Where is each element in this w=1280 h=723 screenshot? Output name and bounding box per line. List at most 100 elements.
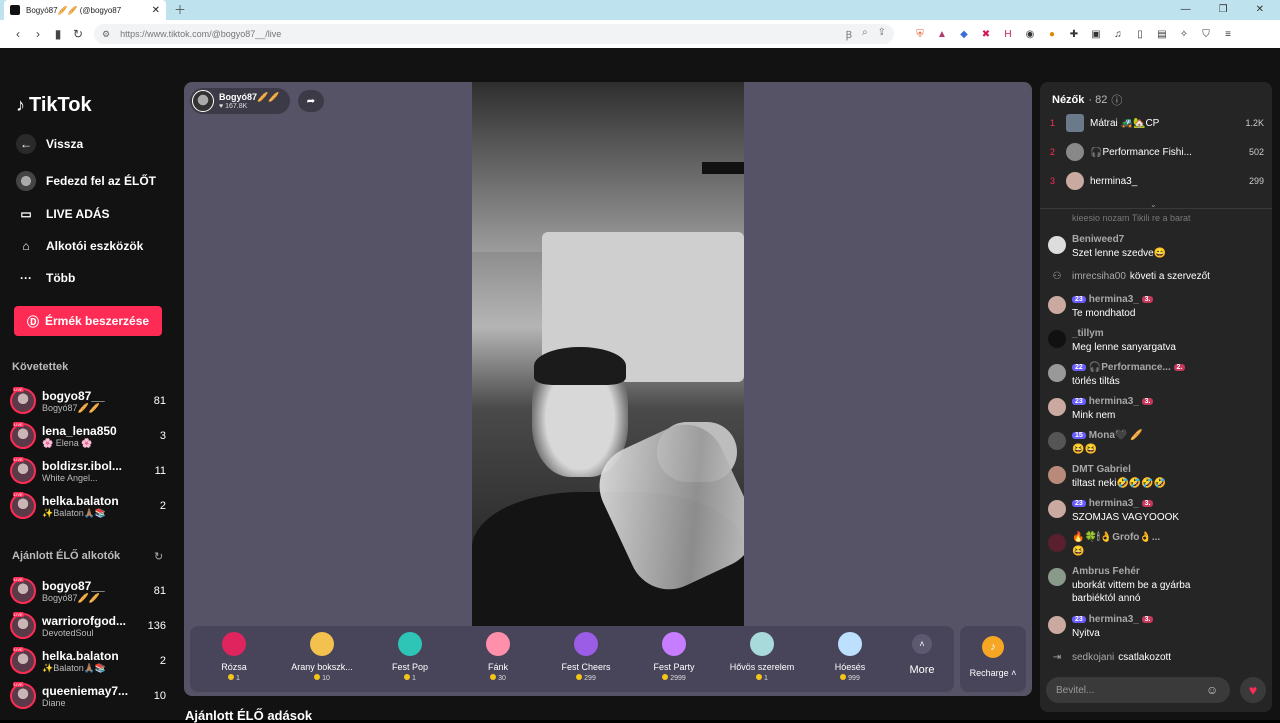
live-badge: LIVE — [13, 612, 24, 617]
brave-shield-icon[interactable]: ⛨ — [914, 29, 926, 40]
nav-creator-tools[interactable]: ⌂ Alkotói eszközök — [16, 236, 143, 256]
level-badge: 23 — [1072, 500, 1086, 507]
close-window-icon[interactable]: ✕ — [1256, 0, 1264, 20]
viewers-header[interactable]: Nézők · 82 ⓘ — [1052, 92, 1122, 108]
avatar[interactable] — [1048, 616, 1066, 634]
browser-tab[interactable]: Bogyó87🥖🥖 (@bogyo87 ✕ — [4, 0, 166, 20]
host-info[interactable]: Bogyó87🥖🥖 ♥ 167.8K — [190, 88, 290, 114]
donut-gift-icon — [486, 632, 510, 656]
share-icon[interactable]: ➦ — [298, 90, 324, 112]
vpn-icon[interactable]: ⛉ — [1200, 29, 1212, 40]
avatar: LIVE — [10, 387, 36, 414]
user-follow-icon: ⚇ — [1052, 271, 1062, 282]
recommended-account[interactable]: LIVE queeniemay7... Diane 10 — [10, 680, 170, 712]
back-icon[interactable]: ‹ — [8, 27, 28, 41]
followed-account[interactable]: LIVE lena_lena850 🌸 Elena 🌸 3 — [10, 420, 170, 452]
site-info-icon[interactable]: ⚙ — [102, 29, 110, 40]
help-icon[interactable]: ⓘ — [1111, 92, 1122, 108]
gift-item[interactable]: Hővös szerelem 1 — [718, 632, 806, 682]
avatar[interactable] — [1048, 330, 1066, 348]
extension-icon[interactable]: ● — [1046, 29, 1058, 40]
chat-input[interactable]: Bevitel... — [1046, 677, 1230, 703]
gift-item[interactable]: Fest Party 2999 — [630, 632, 718, 682]
avatar[interactable] — [1048, 500, 1066, 518]
heart-icon[interactable]: ♥ — [1240, 677, 1266, 703]
menu-icon[interactable]: ≡ — [1222, 29, 1234, 40]
recommended-account[interactable]: LIVE warriorofgod... DevotedSoul 136 — [10, 610, 170, 642]
live-badge: LIVE — [13, 682, 24, 687]
nav-more[interactable]: ··· Több — [16, 268, 75, 288]
extension-icon[interactable]: ◉ — [1024, 29, 1036, 40]
avatar[interactable] — [1048, 568, 1066, 586]
avatar[interactable] — [1048, 466, 1066, 484]
live-badge: LIVE — [13, 387, 24, 392]
avatar[interactable] — [1048, 398, 1066, 416]
avatar[interactable] — [1048, 432, 1066, 450]
avatar[interactable] — [1048, 236, 1066, 254]
gift-item[interactable]: Rózsa 1 — [190, 632, 278, 682]
coin-icon — [756, 674, 763, 680]
live-video[interactable] — [472, 82, 744, 626]
gift-item[interactable]: Hóesés 999 — [806, 632, 894, 682]
gift-list: Rózsa 1 Arany bokszk... 10 Fest Pop 1 Fá… — [190, 626, 954, 692]
close-tab-icon[interactable]: ✕ — [152, 5, 160, 16]
reload-icon[interactable]: ↻ — [68, 27, 88, 41]
wallet-icon[interactable]: ▤ — [1156, 29, 1168, 40]
url-field[interactable]: ⚙ https://www.tiktok.com/@bogyo87__/live… — [94, 24, 894, 44]
nav-go-live[interactable]: ▭ LIVE ADÁS — [16, 204, 109, 224]
gift-item[interactable]: Fest Pop 1 — [366, 632, 454, 682]
coin-icon — [576, 674, 583, 680]
gift-item[interactable]: Fest Cheers 299 — [542, 632, 630, 682]
maximize-icon[interactable]: ❐ — [1219, 0, 1228, 20]
avatar[interactable] — [1048, 296, 1066, 314]
avatar[interactable] — [1048, 534, 1066, 552]
sidebar-icon[interactable]: ▯ — [1134, 29, 1146, 40]
puzzle-icon[interactable]: ✚ — [1068, 29, 1080, 40]
url-text: https://www.tiktok.com/@bogyo87__/live — [120, 29, 282, 39]
new-tab-icon[interactable]: ＋ — [174, 0, 186, 20]
gift-item[interactable]: Arany bokszk... 10 — [278, 632, 366, 682]
browser-tab-strip: Bogyó87🥖🥖 (@bogyo87 ✕ ＋ — ❐ ✕ — [0, 0, 1280, 20]
refresh-icon[interactable]: ↻ — [154, 550, 163, 563]
followed-account[interactable]: LIVE bogyo87__ Bogyó87🥖🥖 81 — [10, 385, 170, 417]
avatar[interactable] — [1048, 364, 1066, 382]
viewer-count: 136 — [147, 620, 166, 632]
avatar — [16, 171, 36, 191]
top-viewer-row[interactable]: 2 🎧Performance Fishi... 502 — [1050, 141, 1264, 163]
followed-account[interactable]: LIVE boldizsr.ibol... White Angel... 11 — [10, 455, 170, 487]
chat-system-message: ⇥ sedkojani csatlakozott — [1048, 652, 1171, 663]
bookmark-icon[interactable]: ▮ — [48, 27, 68, 41]
chat-message: 22 🎧Performance... 2. törlés tiltás — [1048, 362, 1266, 388]
extension-icon[interactable]: ▣ — [1090, 29, 1102, 40]
more-gifts-button[interactable]: ˄ More — [902, 634, 942, 676]
recommended-account[interactable]: LIVE helka.balaton ✨Balaton🙏🏽📚 2 — [10, 645, 170, 677]
extension-icon[interactable]: H — [1002, 29, 1014, 40]
forward-icon[interactable]: › — [28, 27, 48, 41]
zoom-icon[interactable]: ⌕ — [862, 27, 868, 41]
share-page-icon[interactable]: ⇪ — [878, 27, 886, 41]
top-viewer-row[interactable]: 1 Mátrai 🚜🏡CP 1.2K — [1050, 112, 1264, 134]
nav-back[interactable]: ← Vissza — [16, 134, 83, 154]
followed-account[interactable]: LIVE helka.balaton ✨Balaton🙏🏽📚 2 — [10, 490, 170, 522]
minimize-icon[interactable]: — — [1181, 0, 1191, 20]
snowfall-gift-icon — [838, 632, 862, 656]
translate-icon[interactable]: Ꞵ — [846, 27, 852, 41]
extension-icon[interactable]: ◆ — [958, 29, 970, 40]
level-badge: 23 — [1072, 398, 1086, 405]
gift-item[interactable]: Fánk 30 — [454, 632, 542, 682]
extension-icon[interactable]: ✖ — [980, 29, 992, 40]
emoji-icon[interactable]: ☺ — [1206, 683, 1218, 697]
gift-bar: Rózsa 1 Arany bokszk... 10 Fest Pop 1 Fá… — [190, 626, 1026, 692]
top-viewer-row[interactable]: 3 hermina3_ 299 — [1050, 170, 1264, 192]
leo-icon[interactable]: ✧ — [1178, 29, 1190, 40]
nav-explore-live[interactable]: Fedezd fel az ÉLŐT — [16, 171, 156, 191]
brave-rewards-icon[interactable]: ▲ — [936, 29, 948, 40]
tiktok-logo[interactable]: ♪ TikTok — [16, 94, 92, 117]
recharge-button[interactable]: ♪ Recharge ˄ — [960, 626, 1026, 692]
music-icon[interactable]: ♫ — [1112, 29, 1124, 40]
level-badge: 23 — [1072, 296, 1086, 303]
get-coins-button[interactable]: Ⓓ Érmék beszerzése — [14, 306, 162, 336]
chat-message: 23 hermina3_ 3. Mink nem — [1048, 396, 1266, 422]
live-badge: LIVE — [13, 422, 24, 427]
recommended-account[interactable]: LIVE bogyo87__ Bogyó87🥖🥖 81 — [10, 575, 170, 607]
